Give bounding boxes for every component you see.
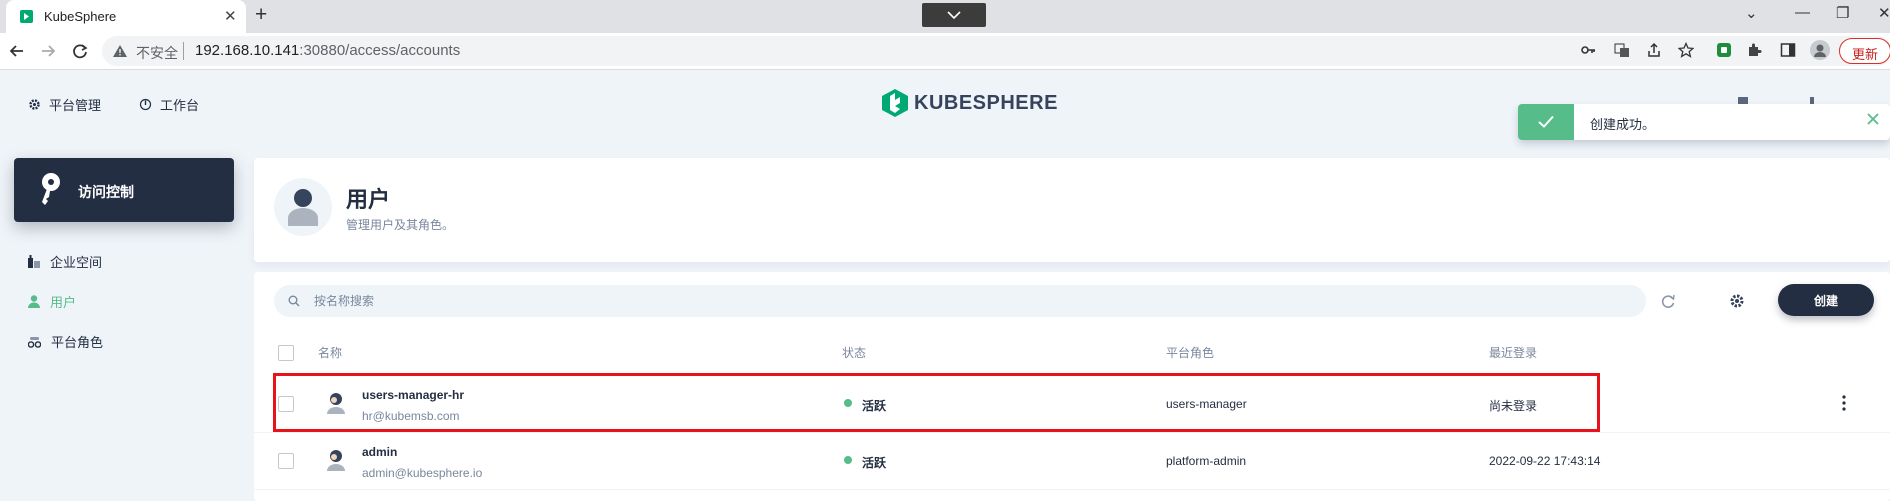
tab-title: KubeSphere: [44, 9, 117, 24]
table-row[interactable]: admin admin@kubesphere.io 活跃 platform-ad…: [254, 433, 1890, 490]
warning-icon: [113, 45, 127, 57]
user-icon: [28, 295, 40, 308]
platform-management-label: 平台管理: [49, 98, 102, 113]
platform-management-menu[interactable]: 平台管理: [28, 95, 101, 114]
access-control-title: 访问控制: [78, 184, 134, 200]
sidebar-item-users[interactable]: 用户: [28, 292, 76, 311]
user-icon: [288, 189, 318, 226]
sidebar-item-label: 平台角色: [51, 335, 104, 350]
browser-tab-bar: KubeSphere ✕ + ⌄ — ❐ ✕: [0, 0, 1890, 33]
sidebar-item-label: 用户: [50, 295, 77, 310]
browser-update-button[interactable]: 更新: [1839, 38, 1890, 64]
insecure-label: 不安全: [136, 45, 178, 61]
page-title: 用户: [346, 187, 391, 212]
restore-icon[interactable]: ❐: [1836, 4, 1849, 22]
user-role: platform-admin: [1166, 454, 1247, 468]
user-email: admin@kubesphere.io: [362, 466, 483, 480]
search-icon: [288, 295, 300, 307]
column-header-role[interactable]: 平台角色: [1166, 344, 1214, 361]
tab-list-chevron-icon[interactable]: ⌄: [1745, 4, 1758, 22]
success-toast: 创建成功。: [1518, 104, 1890, 140]
profile-avatar-icon[interactable]: [1810, 40, 1830, 60]
highlight-annotation-box: [273, 373, 1600, 432]
status-dot: [844, 456, 852, 464]
key-icon[interactable]: [1580, 42, 1596, 58]
tab-close-icon[interactable]: ✕: [224, 7, 237, 25]
search-input[interactable]: [314, 291, 1614, 311]
browser-address-bar: 不安全 192.168.10.141:30880/access/accounts…: [0, 33, 1890, 70]
last-login: 2022-09-22 17:43:14: [1489, 454, 1601, 468]
toast-status: [1518, 104, 1574, 140]
logo-text: KUBESPHERE: [914, 91, 1058, 114]
sidebar-item-label: 企业空间: [50, 255, 103, 270]
reload-icon[interactable]: [69, 40, 91, 62]
url-path: :30880/access/accounts: [299, 42, 461, 59]
column-header-last-login[interactable]: 最近登录: [1489, 344, 1537, 361]
role-icon: [28, 336, 41, 348]
sidebar-item-workspaces[interactable]: 企业空间: [28, 252, 102, 271]
user-avatar-icon: [327, 450, 345, 471]
address-divider: [183, 42, 184, 60]
kubesphere-favicon-icon: [20, 10, 33, 23]
access-control-card: 访问控制: [14, 158, 234, 222]
toast-message: 创建成功。: [1590, 117, 1656, 132]
column-header-status[interactable]: 状态: [842, 344, 866, 361]
workbench-icon: [139, 98, 152, 111]
sidebar-item-platform-roles[interactable]: 平台角色: [28, 332, 103, 351]
refresh-icon[interactable]: [1659, 292, 1677, 310]
share-icon[interactable]: [1646, 42, 1662, 58]
select-all-checkbox[interactable]: [278, 345, 294, 361]
row-divider: [254, 489, 1890, 490]
more-actions-icon[interactable]: [1834, 392, 1854, 414]
url-text: 192.168.10.141:30880/access/accounts: [195, 42, 460, 59]
chevron-down-icon: [947, 11, 961, 19]
page-description: 管理用户及其角色。: [346, 218, 455, 232]
gear-icon: [29, 99, 40, 110]
close-window-icon[interactable]: ✕: [1878, 4, 1890, 22]
forward-icon[interactable]: [37, 40, 59, 62]
browser-tab[interactable]: KubeSphere ✕: [6, 0, 246, 33]
new-tab-icon[interactable]: +: [255, 3, 267, 27]
tab-search-button[interactable]: [922, 3, 986, 27]
gear-icon[interactable]: [1728, 292, 1746, 310]
extensions-puzzle-icon[interactable]: [1746, 42, 1762, 58]
user-name[interactable]: admin: [362, 445, 397, 459]
check-icon: [1538, 115, 1554, 128]
key-icon: [42, 173, 60, 205]
status-badge: 活跃: [862, 456, 887, 470]
users-header-avatar: [274, 178, 332, 236]
page-header: 用户 管理用户及其角色。: [254, 158, 1890, 262]
kubesphere-logo-icon: [882, 89, 908, 117]
workbench-menu[interactable]: 工作台: [139, 95, 199, 114]
close-icon[interactable]: [1866, 112, 1880, 126]
row-checkbox[interactable]: [278, 453, 294, 469]
url-host: 192.168.10.141: [195, 42, 300, 59]
translate-icon[interactable]: [1614, 42, 1630, 58]
create-user-button[interactable]: 创建: [1778, 284, 1874, 316]
side-panel-icon[interactable]: [1780, 42, 1796, 58]
back-icon[interactable]: [6, 40, 28, 62]
search-bar[interactable]: [274, 285, 1646, 317]
extension-green-icon[interactable]: [1716, 42, 1732, 58]
bookmark-star-icon[interactable]: [1678, 42, 1694, 58]
kubesphere-logo[interactable]: KUBESPHERE: [882, 89, 1058, 117]
minimize-icon[interactable]: —: [1795, 4, 1810, 21]
column-header-name[interactable]: 名称: [318, 344, 342, 361]
enterprise-icon: [28, 255, 40, 268]
workbench-label: 工作台: [160, 98, 200, 113]
